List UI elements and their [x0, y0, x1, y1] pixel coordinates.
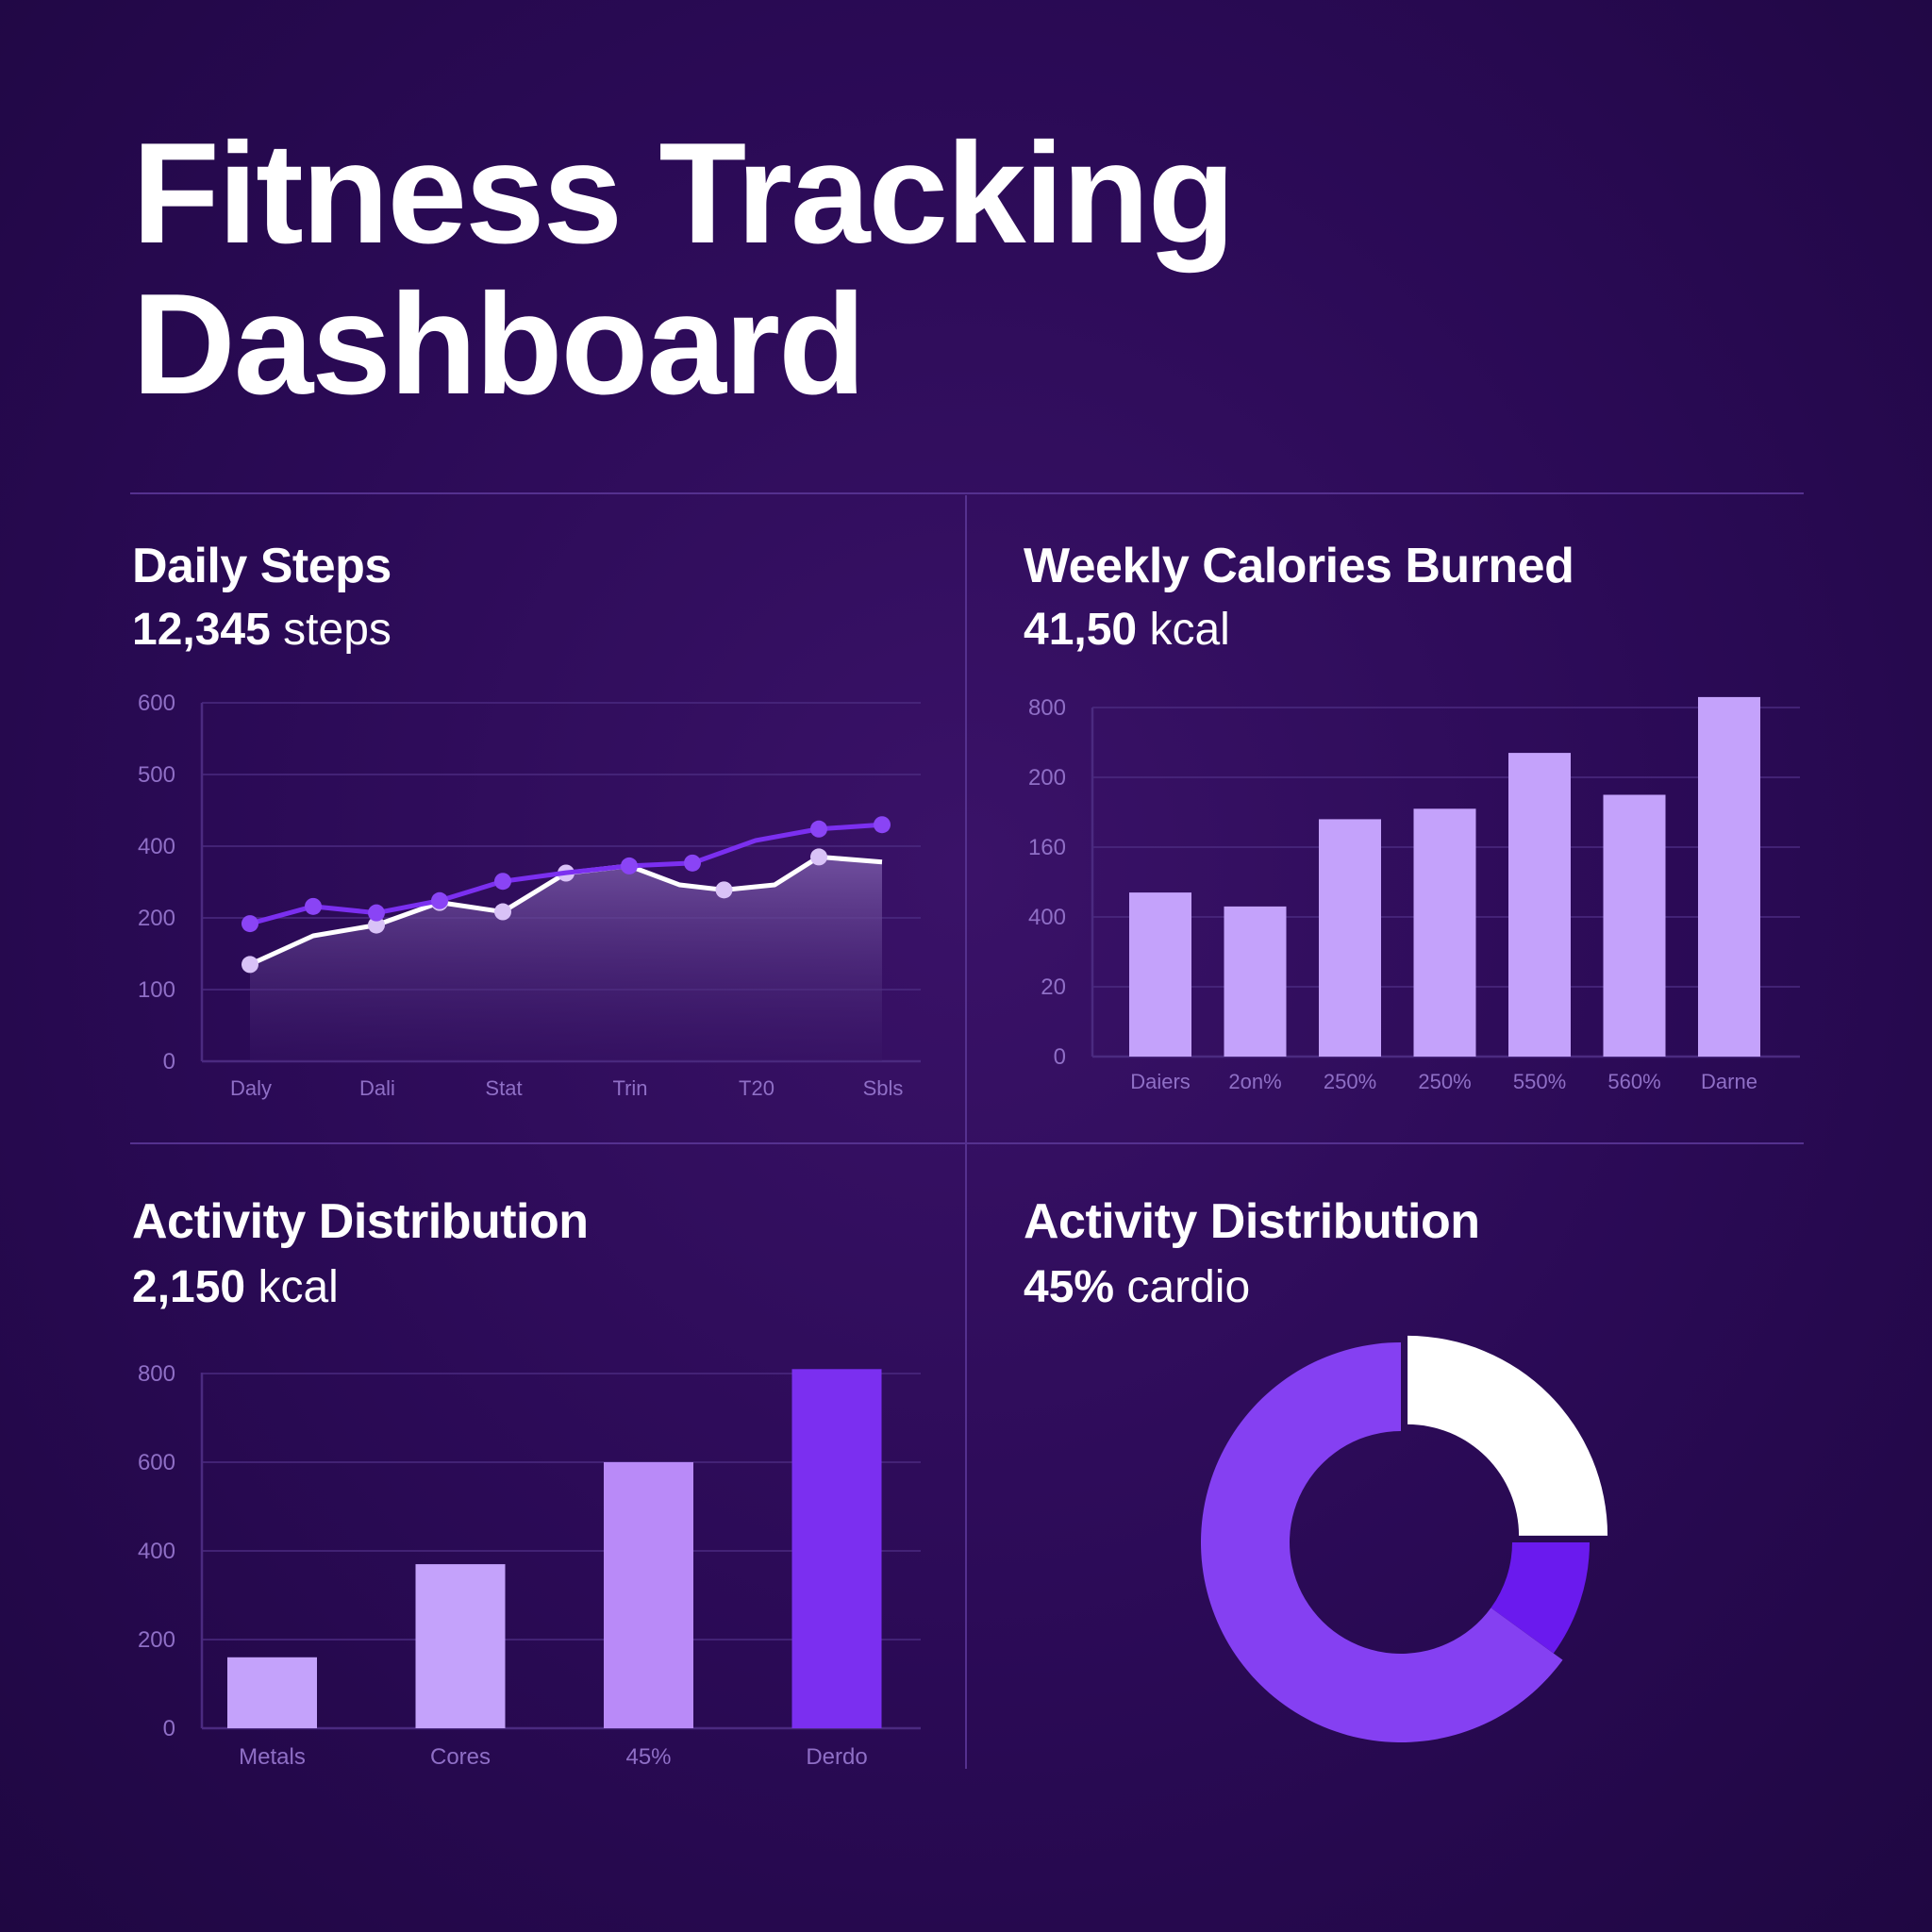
y-tick-label: 160 [1028, 835, 1066, 860]
data-point [242, 915, 258, 933]
data-point [810, 848, 827, 866]
metric-unit: steps [283, 605, 391, 655]
y-tick-label: 500 [138, 762, 175, 788]
weekly-calories-bar-chart: 0 20 400 160 200 800 Daiers 2on% 250% 250% 550% 560… [1028, 695, 1800, 1093]
data-point [242, 956, 258, 974]
data-point [810, 820, 827, 838]
metric-value: 12,345 [132, 605, 271, 655]
page-title-line-2: Dashboard [132, 264, 866, 425]
metric-unit: cardio [1126, 1262, 1251, 1312]
metric-unit: kcal [1149, 605, 1230, 655]
panel-metric: 45% cardio [1024, 1261, 1250, 1314]
y-tick-label: 400 [138, 1539, 175, 1564]
x-tick-label: Daiers [1130, 1070, 1191, 1093]
y-tick-label: 0 [163, 1049, 175, 1074]
x-tick-label: Sbls [863, 1076, 904, 1100]
metric-value: 45% [1024, 1262, 1115, 1312]
y-tick-label: 200 [1028, 765, 1066, 791]
y-tick-label: 600 [138, 691, 175, 716]
x-tick-label: 2on% [1228, 1070, 1281, 1093]
y-tick-label: 0 [1054, 1044, 1066, 1070]
data-point [431, 891, 448, 909]
bar [1603, 794, 1666, 1057]
activity-donut-chart [1201, 1335, 1608, 1742]
y-tick-label: 0 [163, 1716, 175, 1741]
data-point [368, 904, 385, 922]
data-point [494, 903, 511, 921]
x-tick-label: Metals [239, 1744, 306, 1770]
data-point [621, 857, 638, 874]
data-point [874, 816, 891, 834]
bar [604, 1462, 693, 1728]
x-tick-label: Daly [230, 1076, 272, 1100]
metric-unit: kcal [258, 1262, 339, 1312]
bar [791, 1369, 882, 1728]
bar [415, 1564, 506, 1728]
pie-slice [1407, 1335, 1608, 1536]
x-tick-label: Darne [1701, 1070, 1757, 1093]
panel-title: Weekly Calories Burned [1024, 539, 1574, 593]
x-tick-label: Dali [359, 1076, 395, 1100]
activity-bar-chart: 0 200 400 600 800 Metals Cores 45% Derdo [138, 1361, 921, 1770]
data-point [305, 897, 322, 915]
data-point [715, 881, 733, 899]
y-tick-label: 800 [138, 1361, 175, 1387]
x-tick-label: Cores [430, 1744, 491, 1770]
y-tick-label: 100 [138, 977, 175, 1003]
bar [1224, 906, 1287, 1057]
bar [1413, 808, 1476, 1057]
data-point [494, 873, 511, 891]
divider-vertical [965, 495, 967, 1769]
x-tick-label: 45% [625, 1744, 671, 1770]
x-tick-label: Stat [485, 1076, 522, 1100]
bar [1319, 819, 1381, 1057]
panel-title: Activity Distribution [132, 1194, 589, 1249]
x-tick-label: 560% [1607, 1070, 1660, 1093]
divider-middle [130, 1142, 1804, 1144]
bar [227, 1657, 317, 1728]
panel-title: Activity Distribution [1024, 1194, 1480, 1249]
page-title-line-1: Fitness Tracking [132, 113, 1236, 274]
metric-value: 2,150 [132, 1262, 246, 1312]
panel-metric: 2,150 kcal [132, 1261, 339, 1314]
x-tick-label: 550% [1513, 1070, 1566, 1093]
x-tick-label: Trin [612, 1076, 647, 1100]
y-tick-label: 600 [138, 1450, 175, 1475]
x-tick-label: Derdo [806, 1744, 867, 1770]
y-tick-label: 200 [138, 1627, 175, 1653]
panel-title: Daily Steps [132, 539, 391, 593]
data-point [684, 854, 701, 872]
y-tick-label: 200 [138, 906, 175, 931]
y-tick-label: 400 [1028, 905, 1066, 930]
x-tick-label: 250% [1418, 1070, 1471, 1093]
x-tick-label: T20 [739, 1076, 774, 1100]
y-tick-label: 800 [1028, 695, 1066, 721]
bar [1508, 753, 1571, 1057]
panel-metric: 12,345 steps [132, 604, 391, 657]
y-tick-label: 20 [1041, 974, 1066, 1000]
divider-top [130, 492, 1804, 494]
series-area [250, 857, 882, 1061]
bar [1698, 696, 1760, 1057]
daily-steps-line-chart: 0 100 200 400 500 600 Daly Dali Stat Trin T20 Sbls [138, 691, 921, 1100]
x-tick-label: 250% [1324, 1070, 1376, 1093]
metric-value: 41,50 [1024, 605, 1138, 655]
page-title: Fitness Tracking Dashboard [132, 113, 1236, 425]
panel-metric: 41,50 kcal [1024, 604, 1230, 657]
bar [1129, 892, 1191, 1057]
y-tick-label: 400 [138, 834, 175, 859]
